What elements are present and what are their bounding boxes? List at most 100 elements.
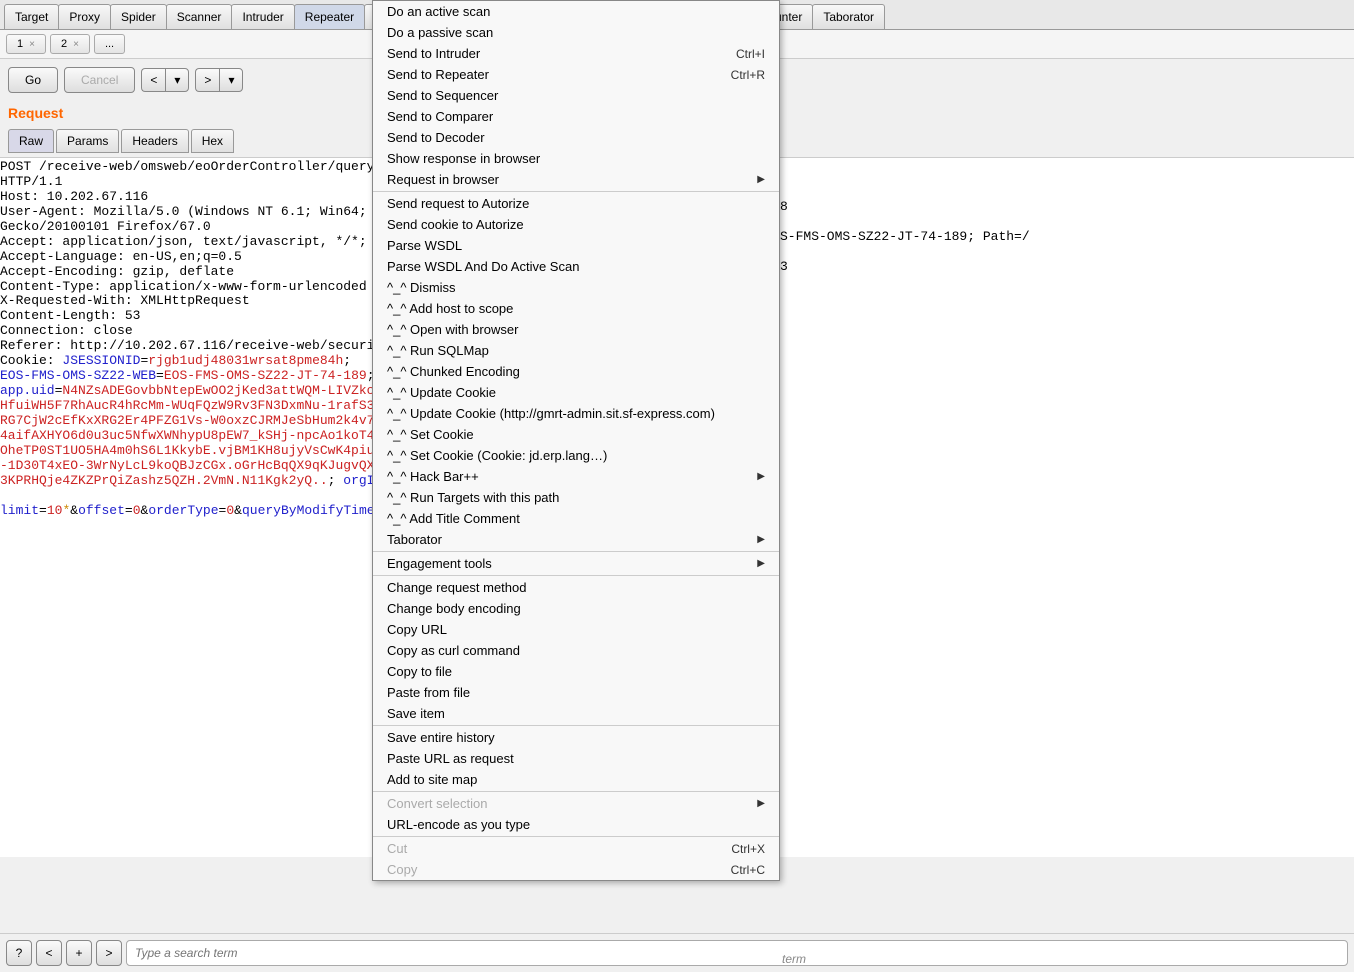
menu-item-set-cookie-cookie-jd-erp-lang[interactable]: ^_^ Set Cookie (Cookie: jd.erp.lang…) <box>373 445 779 466</box>
menu-item-taborator[interactable]: Taborator▶ <box>373 529 779 550</box>
menu-item-label: ^_^ Set Cookie (Cookie: jd.erp.lang…) <box>387 448 607 463</box>
menu-item-dismiss[interactable]: ^_^ Dismiss <box>373 277 779 298</box>
menu-item-label: Change request method <box>387 580 526 595</box>
menu-item-parse-wsdl-and-do-active-scan[interactable]: Parse WSDL And Do Active Scan <box>373 256 779 277</box>
menu-item-label: URL-encode as you type <box>387 817 530 832</box>
menu-item-add-host-to-scope[interactable]: ^_^ Add host to scope <box>373 298 779 319</box>
menu-item-label: Send to Sequencer <box>387 88 498 103</box>
response-editor[interactable]: 8 S-FMS-OMS-SZ22-JT-74-189; Path=/ 3 <box>780 200 1030 275</box>
menu-item-label: ^_^ Add host to scope <box>387 301 513 316</box>
menu-item-change-request-method[interactable]: Change request method <box>373 577 779 598</box>
menu-item-copy-to-file[interactable]: Copy to file <box>373 661 779 682</box>
menu-item-run-targets-with-this-path[interactable]: ^_^ Run Targets with this path <box>373 487 779 508</box>
menu-item-copy-as-curl-command[interactable]: Copy as curl command <box>373 640 779 661</box>
menu-item-label: Paste URL as request <box>387 751 514 766</box>
menu-item-send-request-to-autorize[interactable]: Send request to Autorize <box>373 193 779 214</box>
help-button[interactable]: ? <box>6 940 32 966</box>
menu-separator <box>373 836 779 837</box>
menu-item-send-to-decoder[interactable]: Send to Decoder <box>373 127 779 148</box>
history-prev-button[interactable]: < <box>141 68 165 92</box>
menu-item-set-cookie[interactable]: ^_^ Set Cookie <box>373 424 779 445</box>
search-options-button[interactable]: + <box>66 940 92 966</box>
menu-item-send-cookie-to-autorize[interactable]: Send cookie to Autorize <box>373 214 779 235</box>
menu-item-label: Show response in browser <box>387 151 540 166</box>
main-tab-proxy[interactable]: Proxy <box>58 4 111 29</box>
menu-item-label: Convert selection <box>387 796 487 811</box>
response-line: 8 <box>780 199 788 214</box>
menu-item-send-to-repeater[interactable]: Send to RepeaterCtrl+R <box>373 64 779 85</box>
menu-item-parse-wsdl[interactable]: Parse WSDL <box>373 235 779 256</box>
menu-item-label: Add to site map <box>387 772 477 787</box>
sub-tab-2[interactable]: 2× <box>50 34 90 54</box>
close-icon[interactable]: × <box>29 39 35 50</box>
menu-item-request-in-browser[interactable]: Request in browser▶ <box>373 169 779 190</box>
menu-item-show-response-in-browser[interactable]: Show response in browser <box>373 148 779 169</box>
chevron-right-icon: ▶ <box>757 798 765 809</box>
menu-item-engagement-tools[interactable]: Engagement tools▶ <box>373 553 779 574</box>
menu-item-change-body-encoding[interactable]: Change body encoding <box>373 598 779 619</box>
menu-item-do-an-active-scan[interactable]: Do an active scan <box>373 1 779 22</box>
main-tab-taborator[interactable]: Taborator <box>812 4 885 29</box>
go-button[interactable]: Go <box>8 67 58 93</box>
history-next-dropdown[interactable]: ▾ <box>219 68 243 92</box>
menu-item-label: ^_^ Chunked Encoding <box>387 364 520 379</box>
menu-item-label: Copy <box>387 862 417 877</box>
history-prev-dropdown[interactable]: ▾ <box>165 68 189 92</box>
view-tab-hex[interactable]: Hex <box>191 129 234 153</box>
menu-item-cut: CutCtrl+X <box>373 838 779 859</box>
main-tab-target[interactable]: Target <box>4 4 59 29</box>
close-icon[interactable]: × <box>73 39 79 50</box>
main-tab-intruder[interactable]: Intruder <box>231 4 294 29</box>
menu-item-save-entire-history[interactable]: Save entire history <box>373 727 779 748</box>
menu-item-run-sqlmap[interactable]: ^_^ Run SQLMap <box>373 340 779 361</box>
menu-item-url-encode-as-you-type[interactable]: URL-encode as you type <box>373 814 779 835</box>
menu-item-label: Copy to file <box>387 664 452 679</box>
menu-item-label: Do an active scan <box>387 4 490 19</box>
menu-separator <box>373 575 779 576</box>
menu-item-send-to-comparer[interactable]: Send to Comparer <box>373 106 779 127</box>
menu-item-send-to-sequencer[interactable]: Send to Sequencer <box>373 85 779 106</box>
menu-item-label: Send to Decoder <box>387 130 485 145</box>
search-prev-button[interactable]: < <box>36 940 62 966</box>
menu-item-do-a-passive-scan[interactable]: Do a passive scan <box>373 22 779 43</box>
menu-item-label: Send cookie to Autorize <box>387 217 524 232</box>
menu-item-open-with-browser[interactable]: ^_^ Open with browser <box>373 319 779 340</box>
menu-item-update-cookie[interactable]: ^_^ Update Cookie <box>373 382 779 403</box>
main-tab-spider[interactable]: Spider <box>110 4 167 29</box>
menu-item-hack-bar[interactable]: ^_^ Hack Bar++▶ <box>373 466 779 487</box>
menu-separator <box>373 551 779 552</box>
menu-item-update-cookie-http-gmrt-admin-sit-sf-express-com[interactable]: ^_^ Update Cookie (http://gmrt-admin.sit… <box>373 403 779 424</box>
menu-item-label: Do a passive scan <box>387 25 493 40</box>
view-tab-params[interactable]: Params <box>56 129 119 153</box>
main-tab-scanner[interactable]: Scanner <box>166 4 233 29</box>
menu-separator <box>373 191 779 192</box>
menu-item-copy-url[interactable]: Copy URL <box>373 619 779 640</box>
cancel-button[interactable]: Cancel <box>64 67 135 93</box>
menu-item-add-to-site-map[interactable]: Add to site map <box>373 769 779 790</box>
main-tab-repeater[interactable]: Repeater <box>294 4 365 29</box>
menu-item-save-item[interactable]: Save item <box>373 703 779 724</box>
menu-item-label: Paste from file <box>387 685 470 700</box>
view-tab-headers[interactable]: Headers <box>121 129 188 153</box>
chevron-right-icon: ▶ <box>757 558 765 569</box>
menu-item-label: ^_^ Hack Bar++ <box>387 469 479 484</box>
menu-item-chunked-encoding[interactable]: ^_^ Chunked Encoding <box>373 361 779 382</box>
menu-shortcut: Ctrl+R <box>731 68 765 82</box>
menu-item-copy: CopyCtrl+C <box>373 859 779 880</box>
search-input[interactable] <box>126 940 1348 966</box>
history-next-button[interactable]: > <box>195 68 219 92</box>
view-tab-raw[interactable]: Raw <box>8 129 54 153</box>
sub-tab-1[interactable]: 1× <box>6 34 46 54</box>
menu-item-paste-url-as-request[interactable]: Paste URL as request <box>373 748 779 769</box>
menu-item-label: Taborator <box>387 532 442 547</box>
history-prev-group: < ▾ <box>141 68 189 92</box>
menu-item-add-title-comment[interactable]: ^_^ Add Title Comment <box>373 508 779 529</box>
sub-tab-...[interactable]: ... <box>94 34 125 54</box>
search-next-button[interactable]: > <box>96 940 122 966</box>
menu-item-label: Parse WSDL And Do Active Scan <box>387 259 579 274</box>
menu-item-send-to-intruder[interactable]: Send to IntruderCtrl+I <box>373 43 779 64</box>
menu-separator <box>373 725 779 726</box>
context-menu: Do an active scan Do a passive scan Send t… <box>372 0 780 881</box>
menu-shortcut: Ctrl+I <box>736 47 765 61</box>
menu-item-paste-from-file[interactable]: Paste from file <box>373 682 779 703</box>
